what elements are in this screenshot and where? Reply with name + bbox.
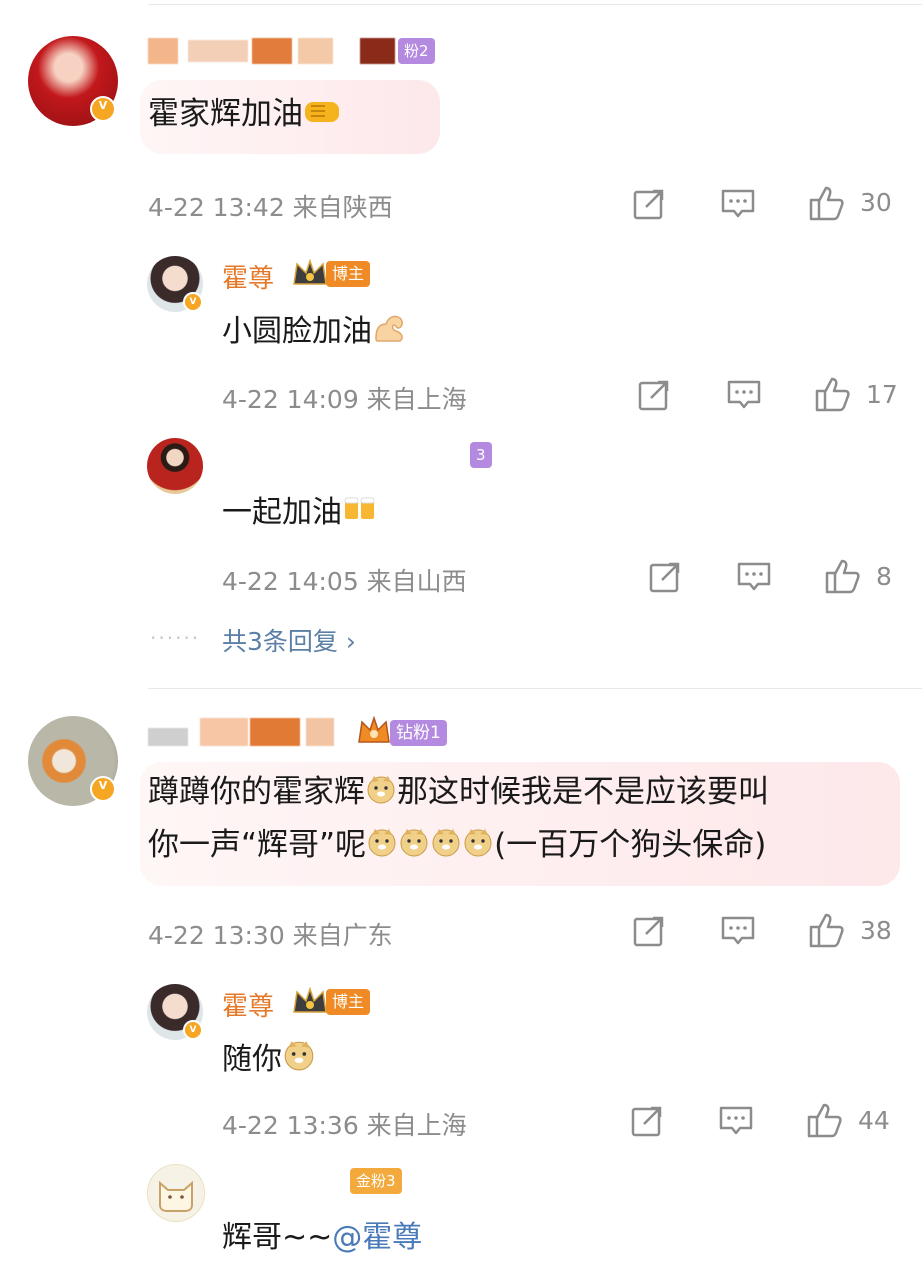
more-replies-link[interactable]: 共3条回复 › xyxy=(222,622,356,658)
share-icon[interactable] xyxy=(632,914,666,952)
verified-badge-icon: V xyxy=(90,96,116,122)
reply-username-blurred[interactable] xyxy=(222,440,472,470)
top-divider xyxy=(148,4,922,5)
doge-emoji xyxy=(398,826,430,868)
doge-emoji xyxy=(282,1038,316,1083)
blogger-badge: 博主 xyxy=(326,989,371,1015)
comment-text-line1: 蹲蹲你的霍家辉 那这时候我是不是应该要叫 xyxy=(148,772,769,815)
reply-meta: 4-22 14:09 来自上海 xyxy=(222,385,467,414)
like-icon[interactable] xyxy=(824,557,862,599)
comment-meta: 4-22 13:42 来自陕西 xyxy=(148,193,393,222)
verified-badge-icon: V xyxy=(183,292,203,312)
reply-text: 辉哥~~@霍尊 xyxy=(222,1220,423,1255)
diamond-crown-icon xyxy=(356,714,392,752)
share-icon[interactable] xyxy=(637,378,671,416)
like-count: 30 xyxy=(860,188,892,217)
fan-badge: 粉2 xyxy=(398,38,435,64)
comment-text: 霍家辉加油 xyxy=(148,94,343,136)
comment-text-line2: 你一声“辉哥”呢 (一百万个狗头保命) xyxy=(148,825,766,868)
ellipsis-dots: ······ xyxy=(150,626,201,650)
fist-bump-emoji xyxy=(303,96,343,136)
reply-meta: 4-22 13:36 来自上海 xyxy=(222,1111,467,1140)
doge-emoji xyxy=(365,773,397,815)
avatar-replier[interactable] xyxy=(147,438,203,494)
reply-username[interactable]: 霍尊 xyxy=(222,258,274,295)
reply-text: 一起加油 xyxy=(222,492,378,535)
flexed-biceps-emoji xyxy=(372,310,410,355)
like-count: 17 xyxy=(866,380,898,409)
comment-icon[interactable] xyxy=(726,379,762,415)
username-blurred-1[interactable] xyxy=(148,36,403,66)
username-blurred-2[interactable] xyxy=(148,716,358,748)
like-count: 44 xyxy=(858,1106,890,1135)
diamond-fan-badge: 钻粉1 xyxy=(390,720,447,746)
reply-meta: 4-22 14:05 来自山西 xyxy=(222,567,467,596)
comment-icon[interactable] xyxy=(720,188,756,224)
like-icon[interactable] xyxy=(806,1101,844,1143)
comment-icon[interactable] xyxy=(736,561,772,597)
doge-emoji xyxy=(462,826,494,868)
share-icon[interactable] xyxy=(648,560,682,598)
reply-text: 随你 xyxy=(222,1038,316,1083)
crown-icon xyxy=(291,986,329,1022)
doge-emoji xyxy=(430,826,462,868)
comment-icon[interactable] xyxy=(718,1105,754,1141)
fan-badge: 3 xyxy=(470,442,492,468)
crown-icon xyxy=(291,258,329,294)
verified-badge-icon: V xyxy=(90,776,116,802)
like-count: 38 xyxy=(860,916,892,945)
beer-mugs-emoji xyxy=(342,492,378,535)
like-icon[interactable] xyxy=(808,184,846,226)
gold-fan-badge: 金粉3 xyxy=(350,1168,402,1194)
avatar-cat[interactable] xyxy=(147,1164,205,1222)
like-count: 8 xyxy=(876,562,892,591)
like-icon[interactable] xyxy=(814,375,852,417)
verified-badge-icon: V xyxy=(183,1020,203,1040)
doge-emoji xyxy=(366,826,398,868)
comment-meta: 4-22 13:30 来自广东 xyxy=(148,921,393,950)
like-icon[interactable] xyxy=(808,911,846,953)
reply-username-blurred[interactable] xyxy=(222,1158,332,1194)
blogger-badge: 博主 xyxy=(326,261,371,287)
share-icon[interactable] xyxy=(630,1104,664,1142)
share-icon[interactable] xyxy=(632,187,666,225)
comment-icon[interactable] xyxy=(720,915,756,951)
mention-link[interactable]: @霍尊 xyxy=(332,1220,422,1255)
reply-text: 小圆脸加油 xyxy=(222,310,410,355)
reply-username[interactable]: 霍尊 xyxy=(222,986,274,1023)
comment-divider xyxy=(148,688,922,689)
